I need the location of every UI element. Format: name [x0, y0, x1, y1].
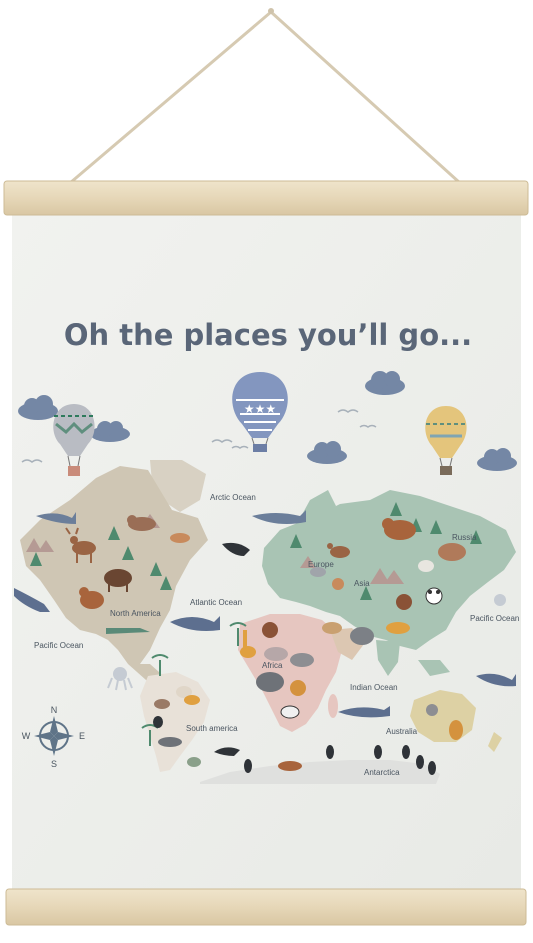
africa-label: Africa — [262, 661, 283, 670]
south-america-label: South america — [186, 724, 238, 733]
kangaroo-icon — [449, 720, 463, 740]
top-wood-hanger — [3, 180, 529, 216]
australia-label: Australia — [386, 727, 418, 736]
hanging-rope — [69, 10, 462, 185]
pacific-ocean-left-label: Pacific Ocean — [34, 641, 83, 650]
orangutan-icon — [396, 594, 412, 610]
atlantic-ocean-label: Atlantic Ocean — [190, 598, 242, 607]
toucan-icon — [153, 716, 163, 728]
sloth-icon — [154, 699, 170, 709]
indian-ocean-label: Indian Ocean — [350, 683, 398, 692]
russia-label: Russia — [452, 533, 477, 542]
lion-icon — [290, 680, 306, 696]
snow-leopard-icon — [418, 560, 434, 572]
anteater-icon — [158, 737, 182, 747]
fox-icon — [170, 533, 190, 543]
asia-label: Asia — [354, 579, 370, 588]
arctic-ocean-label: Arctic Ocean — [210, 493, 256, 502]
asian-elephant-icon — [350, 627, 374, 645]
zebra-icon — [280, 705, 300, 719]
compass-north-label: N — [51, 705, 58, 715]
seal-icon — [278, 761, 302, 771]
panda-icon — [425, 587, 443, 605]
hippo-icon — [264, 647, 288, 661]
jaguar-icon — [184, 695, 200, 705]
poster-scene: Oh the places you’ll go... ★★★ N S W E A… — [3, 8, 529, 926]
african-elephant-icon — [256, 672, 284, 692]
north-america-label: North America — [110, 609, 161, 618]
svg-text:★★★: ★★★ — [244, 402, 276, 416]
hare-icon — [332, 578, 344, 590]
camel-icon — [322, 622, 342, 634]
rhino-icon — [290, 653, 314, 667]
gorilla-icon — [262, 622, 278, 638]
antarctica-label: Antarctica — [364, 768, 400, 777]
compass-west-label: W — [22, 731, 31, 741]
rope-hook — [268, 8, 274, 14]
yak-icon — [438, 543, 466, 561]
compass-east-label: E — [79, 731, 85, 741]
pacific-ocean-right-label: Pacific Ocean — [470, 614, 519, 623]
turtle-icon — [187, 757, 201, 767]
compass-south-label: S — [51, 759, 57, 769]
europe-label: Europe — [308, 560, 334, 569]
octopus-icon — [494, 594, 506, 606]
poster-title: Oh the places you’ll go... — [64, 318, 472, 352]
koala-icon — [426, 704, 438, 716]
madagascar-landmass — [328, 694, 338, 718]
bottom-wood-hanger — [5, 888, 527, 926]
tiger-icon — [386, 622, 410, 634]
